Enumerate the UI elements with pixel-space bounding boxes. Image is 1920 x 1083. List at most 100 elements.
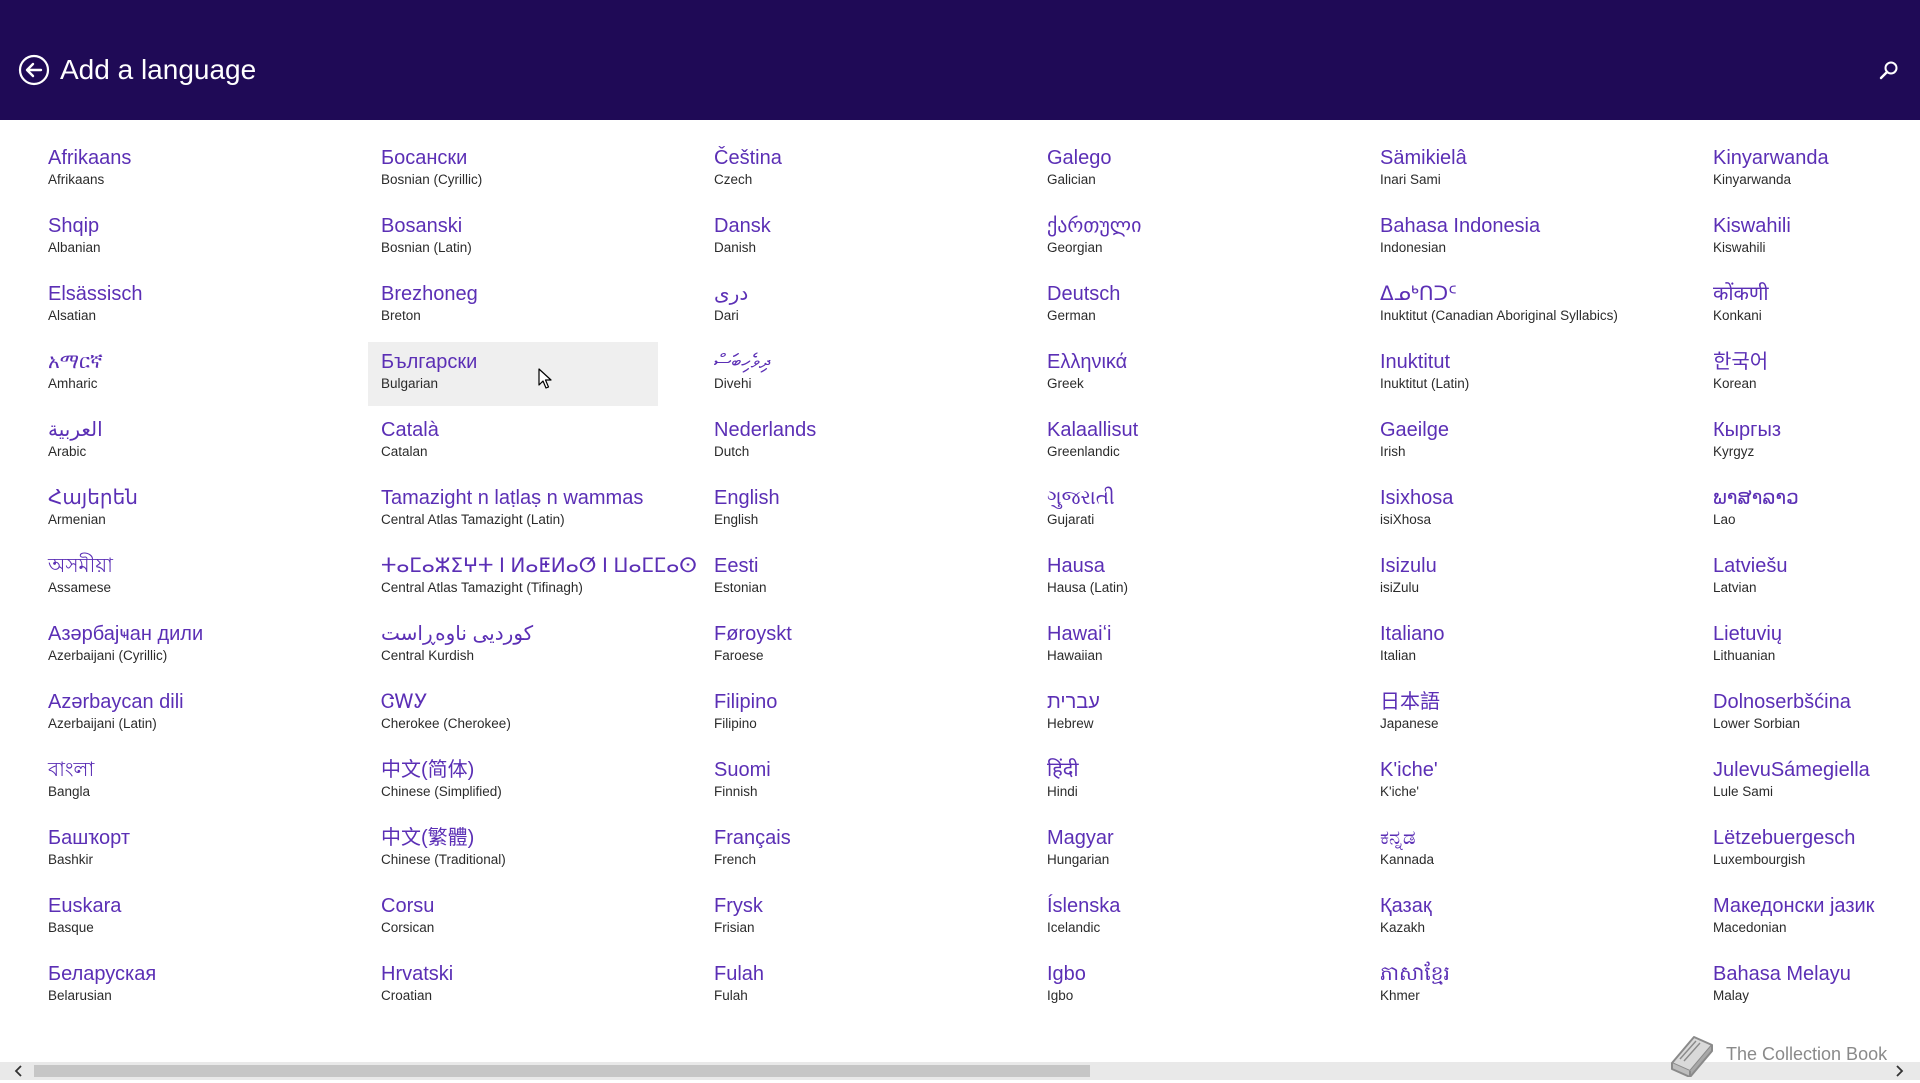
language-item-korean[interactable]: 한국어 Korean bbox=[1700, 342, 1920, 406]
language-item-khmer[interactable]: ភាសាខ្មែរ Khmer bbox=[1367, 954, 1657, 1018]
language-english-name: Khmer bbox=[1380, 988, 1420, 1003]
language-item-isixhosa[interactable]: Isixhosa isiXhosa bbox=[1367, 478, 1657, 542]
language-english-name: Frisian bbox=[714, 920, 755, 935]
language-native-name: አማርኛ bbox=[48, 351, 103, 373]
language-item-bosnian-latin[interactable]: Bosanski Bosnian (Latin) bbox=[368, 206, 658, 270]
language-item-kannada[interactable]: ಕನ್ನಡ Kannada bbox=[1367, 818, 1657, 882]
language-item-isizulu[interactable]: Isizulu isiZulu bbox=[1367, 546, 1657, 610]
language-item-faroese[interactable]: Føroyskt Faroese bbox=[701, 614, 991, 678]
language-item-lower-sorbian[interactable]: Dolnoserbšćina Lower Sorbian bbox=[1700, 682, 1920, 746]
language-item-inuktitut-latin[interactable]: Inuktitut Inuktitut (Latin) bbox=[1367, 342, 1657, 406]
language-item-kiswahili[interactable]: Kiswahili Kiswahili bbox=[1700, 206, 1920, 270]
language-item-azerbaijani-cyrillic[interactable]: Азәрбајҹан дили Azerbaijani (Cyrillic) bbox=[35, 614, 325, 678]
language-item-kazakh[interactable]: Қазақ Kazakh bbox=[1367, 886, 1657, 950]
language-item-basque[interactable]: Euskara Basque bbox=[35, 886, 325, 950]
language-item-galician[interactable]: Galego Galician bbox=[1034, 138, 1324, 202]
language-item-cherokee-cherokee[interactable]: ᏣᎳᎩ Cherokee (Cherokee) bbox=[368, 682, 658, 746]
language-item-greenlandic[interactable]: Kalaallisut Greenlandic bbox=[1034, 410, 1324, 474]
language-item-central-atlas-tamazight-tifinagh[interactable]: ⵜⴰⵎⴰⵣⵉⵖⵜ ⵏ ⵍⴰⵟⵍⴰⵚ ⵏ ⵡⴰⵎⵎⴰⵙ Central Atlas … bbox=[368, 546, 697, 610]
language-native-name: Български bbox=[381, 351, 478, 373]
language-native-name: Lëtzebuergesch bbox=[1713, 827, 1856, 849]
language-item-fulah[interactable]: Fulah Fulah bbox=[701, 954, 991, 1018]
language-item-finnish[interactable]: Suomi Finnish bbox=[701, 750, 991, 814]
language-item-latvian[interactable]: Latviešu Latvian bbox=[1700, 546, 1920, 610]
language-item-chinese-traditional[interactable]: 中文(繁體) Chinese (Traditional) bbox=[368, 818, 658, 882]
language-item-bashkir[interactable]: Башҡорт Bashkir bbox=[35, 818, 325, 882]
language-item-german[interactable]: Deutsch German bbox=[1034, 274, 1324, 338]
language-item-malay[interactable]: Bahasa Melayu Malay bbox=[1700, 954, 1920, 1018]
language-item-konkani[interactable]: कोंकणी Konkani bbox=[1700, 274, 1920, 338]
language-item-gujarati[interactable]: ગુજરાતી Gujarati bbox=[1034, 478, 1324, 542]
language-english-name: Bosnian (Cyrillic) bbox=[381, 172, 483, 187]
language-item-arabic[interactable]: العربية Arabic bbox=[35, 410, 325, 474]
language-native-name: Català bbox=[381, 419, 439, 441]
language-item-central-kurdish[interactable]: کوردیی ناوەڕاست Central Kurdish bbox=[368, 614, 658, 678]
language-item-dutch[interactable]: Nederlands Dutch bbox=[701, 410, 991, 474]
language-item-corsican[interactable]: Corsu Corsican bbox=[368, 886, 658, 950]
language-english-name: Irish bbox=[1380, 444, 1406, 459]
language-item-english[interactable]: English English bbox=[701, 478, 991, 542]
language-item-filipino[interactable]: Filipino Filipino bbox=[701, 682, 991, 746]
language-item-croatian[interactable]: Hrvatski Croatian bbox=[368, 954, 658, 1018]
language-item-lithuanian[interactable]: Lietuvių Lithuanian bbox=[1700, 614, 1920, 678]
language-item-czech[interactable]: Čeština Czech bbox=[701, 138, 991, 202]
language-item-breton[interactable]: Brezhoneg Breton bbox=[368, 274, 658, 338]
language-item-afrikaans[interactable]: Afrikaans Afrikaans bbox=[35, 138, 325, 202]
language-item-icelandic[interactable]: Íslenska Icelandic bbox=[1034, 886, 1324, 950]
language-item-japanese[interactable]: 日本語 Japanese bbox=[1367, 682, 1657, 746]
language-english-name: Fulah bbox=[714, 988, 748, 1003]
language-item-kinyarwanda[interactable]: Kinyarwanda Kinyarwanda bbox=[1700, 138, 1920, 202]
scroll-left-button[interactable] bbox=[12, 1064, 26, 1078]
language-native-name: Latviešu bbox=[1713, 555, 1788, 577]
language-item-irish[interactable]: Gaeilge Irish bbox=[1367, 410, 1657, 474]
language-item-georgian[interactable]: ქართული Georgian bbox=[1034, 206, 1324, 270]
language-item-bulgarian[interactable]: Български Bulgarian bbox=[368, 342, 658, 406]
language-item-hawaiian[interactable]: Hawaiʻi Hawaiian bbox=[1034, 614, 1324, 678]
language-item-azerbaijani-latin[interactable]: Azərbaycan dili Azerbaijani (Latin) bbox=[35, 682, 325, 746]
language-item-belarusian[interactable]: Беларуская Belarusian bbox=[35, 954, 325, 1018]
language-item-lao[interactable]: ພາສາລາວ Lao bbox=[1700, 478, 1920, 542]
language-item-k-iche[interactable]: K'iche' K'iche' bbox=[1367, 750, 1657, 814]
language-english-name: Corsican bbox=[381, 920, 435, 935]
language-item-hindi[interactable]: हिंदी Hindi bbox=[1034, 750, 1324, 814]
language-item-alsatian[interactable]: Elsässisch Alsatian bbox=[35, 274, 325, 338]
scrollbar-thumb[interactable] bbox=[34, 1065, 1090, 1077]
language-item-estonian[interactable]: Eesti Estonian bbox=[701, 546, 991, 610]
search-button[interactable] bbox=[1876, 58, 1902, 84]
language-native-name: ქართული bbox=[1047, 215, 1142, 237]
language-item-assamese[interactable]: অসমীয়া Assamese bbox=[35, 546, 325, 610]
language-item-hungarian[interactable]: Magyar Hungarian bbox=[1034, 818, 1324, 882]
language-item-indonesian[interactable]: Bahasa Indonesia Indonesian bbox=[1367, 206, 1657, 270]
language-item-dari[interactable]: درى Dari bbox=[701, 274, 991, 338]
language-item-greek[interactable]: Ελληνικά Greek bbox=[1034, 342, 1324, 406]
language-item-luxembourgish[interactable]: Lëtzebuergesch Luxembourgish bbox=[1700, 818, 1920, 882]
language-item-kyrgyz[interactable]: Кыргыз Kyrgyz bbox=[1700, 410, 1920, 474]
language-item-hebrew[interactable]: עברית Hebrew bbox=[1034, 682, 1324, 746]
language-item-igbo[interactable]: Igbo Igbo bbox=[1034, 954, 1324, 1018]
language-item-bosnian-cyrillic[interactable]: Босански Bosnian (Cyrillic) bbox=[368, 138, 658, 202]
language-item-frisian[interactable]: Frysk Frisian bbox=[701, 886, 991, 950]
language-native-name: Italiano bbox=[1380, 623, 1445, 645]
language-item-bangla[interactable]: বাংলা Bangla bbox=[35, 750, 325, 814]
language-item-danish[interactable]: Dansk Danish bbox=[701, 206, 991, 270]
language-item-central-atlas-tamazight-latin[interactable]: Tamazight n laṭlaṣ n wammas Central Atlas… bbox=[368, 478, 658, 542]
language-item-french[interactable]: Français French bbox=[701, 818, 991, 882]
scroll-right-button[interactable] bbox=[1892, 1064, 1906, 1078]
language-item-inari-sami[interactable]: Sämikielâ Inari Sami bbox=[1367, 138, 1657, 202]
language-item-amharic[interactable]: አማርኛ Amharic bbox=[35, 342, 325, 406]
language-item-albanian[interactable]: Shqip Albanian bbox=[35, 206, 325, 270]
language-english-name: Lule Sami bbox=[1713, 784, 1774, 799]
language-item-italian[interactable]: Italiano Italian bbox=[1367, 614, 1657, 678]
language-item-hausa-latin[interactable]: Hausa Hausa (Latin) bbox=[1034, 546, 1324, 610]
horizontal-scrollbar[interactable] bbox=[0, 1062, 1920, 1080]
language-english-name: K'iche' bbox=[1380, 784, 1419, 799]
language-item-inuktitut-canadian-aboriginal-syllabics[interactable]: ᐃᓄᒃᑎᑐᑦ Inuktitut (Canadian Aboriginal Syl… bbox=[1367, 274, 1657, 338]
language-item-lule-sami[interactable]: JulevuSámegiella Lule Sami bbox=[1700, 750, 1920, 814]
language-item-armenian[interactable]: Հայերեն Armenian bbox=[35, 478, 325, 542]
language-item-macedonian[interactable]: Македонски јазик Macedonian bbox=[1700, 886, 1920, 950]
language-item-chinese-simplified[interactable]: 中文(简体) Chinese (Simplified) bbox=[368, 750, 658, 814]
language-item-catalan[interactable]: Català Catalan bbox=[368, 410, 658, 474]
language-item-divehi[interactable]: ދިވެހިބަސް Divehi bbox=[701, 342, 991, 406]
back-button[interactable] bbox=[18, 54, 50, 86]
language-english-name: Inari Sami bbox=[1380, 172, 1441, 187]
